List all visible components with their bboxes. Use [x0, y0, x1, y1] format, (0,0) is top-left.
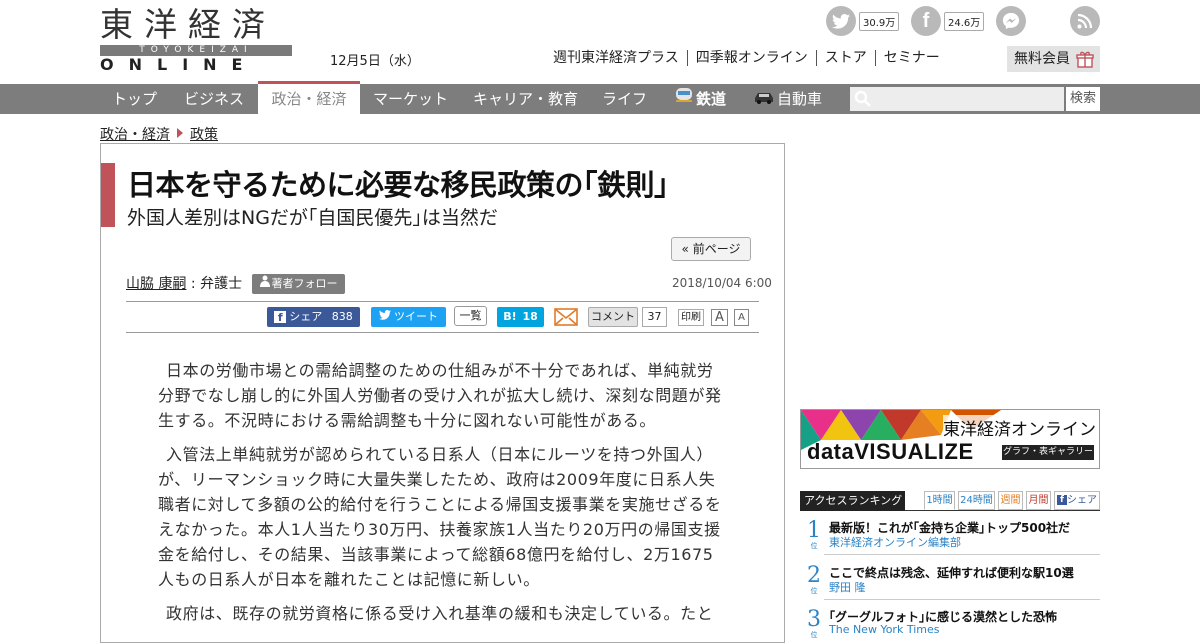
font-large-button[interactable]: A — [711, 309, 728, 326]
divider — [126, 332, 759, 333]
title-accent-bar — [101, 163, 115, 227]
nav-life[interactable]: ライフ — [602, 84, 647, 114]
rss-icon[interactable] — [1070, 6, 1100, 36]
nav-market[interactable]: マーケット — [373, 84, 448, 114]
publish-date: 2018/10/04 6:00 — [672, 276, 772, 290]
search-button[interactable]: 検索 — [1066, 87, 1100, 111]
ranking-tab-share[interactable]: f シェア — [1054, 491, 1100, 510]
dv-logo: dataVISUALIZE — [807, 439, 974, 464]
nav-railway[interactable]: 鉄道 — [674, 84, 726, 114]
rank-number: 1位 — [807, 518, 821, 550]
facebook-share[interactable]: f 24.6万 — [911, 6, 985, 36]
link-seminar[interactable]: セミナー — [874, 50, 948, 66]
ranking-tab-monthly[interactable]: 月間 — [1026, 491, 1051, 510]
twitter-share[interactable]: 30.9万 — [826, 6, 900, 36]
twitter-count: 30.9万 — [859, 11, 900, 31]
article-title: 日本を守るために必要な移民政策の｢鉄則｣ — [127, 168, 669, 202]
link-store[interactable]: ストア — [815, 50, 875, 66]
tweet-button[interactable]: ツイート — [371, 307, 446, 327]
tweet-label: ツイート — [394, 310, 438, 323]
paragraph: 日本の労働市場との需給調整のための仕組みが不十分であれば、単純就労分野でなし崩し… — [158, 361, 722, 430]
breadcrumb-policy[interactable]: 政策 — [190, 124, 218, 144]
dv-tag: グラフ・表ギャラリー — [1002, 445, 1094, 460]
twitter-small-icon — [379, 307, 391, 327]
hatena-bookmark-button[interactable]: B! 18 — [497, 307, 544, 327]
messenger-share[interactable] — [996, 6, 1026, 36]
breadcrumb-arrow-icon — [177, 126, 183, 142]
rank-number: 3位 — [807, 607, 821, 639]
ranking-tab-1h[interactable]: 1時間 — [924, 491, 955, 510]
print-button[interactable]: 印刷 — [678, 309, 704, 326]
free-member-label: 無料会員 — [1014, 51, 1070, 67]
data-visualize-banner[interactable]: 東洋経済オンライン dataVISUALIZE グラフ・表ギャラリー — [800, 409, 1100, 469]
search-input[interactable] — [850, 87, 1064, 111]
facebook-count: 24.6万 — [944, 11, 985, 31]
facebook-small-icon: f — [1057, 495, 1067, 505]
facebook-share-button[interactable]: f シェア 838 — [267, 307, 360, 327]
facebook-icon[interactable]: f — [911, 6, 941, 36]
divider — [824, 554, 1100, 555]
rank-author: 東洋経済オンライン編集部 — [829, 536, 961, 549]
breadcrumb-politics[interactable]: 政治・経済 — [100, 124, 170, 144]
train-icon — [674, 85, 694, 115]
nav-automobile-label: 自動車 — [777, 90, 823, 108]
site-logo[interactable]: 東洋経済 TOYOKEIZAI ONLINE — [100, 5, 292, 74]
header-links: 週刊東洋経済プラス 四季報オンライン ストア セミナー — [553, 50, 948, 66]
rank-title[interactable]: ここで終点は残念、延伸すれば便利な駅10選 — [829, 564, 1074, 581]
follow-author-button[interactable]: 著者フォロー — [252, 274, 345, 294]
author-name[interactable]: 山脇 康嗣 — [126, 273, 186, 293]
logo-kanji: 東洋経済 — [100, 5, 276, 44]
dv-title: 東洋経済オンライン — [943, 415, 1096, 440]
free-member-button[interactable]: 無料会員 — [1007, 46, 1100, 72]
messenger-icon[interactable] — [996, 6, 1026, 36]
car-icon — [753, 85, 775, 115]
paragraph: 政府は、既存の就労資格に係る受け入れ基準の緩和も決定している。たと — [166, 604, 714, 623]
person-icon — [259, 274, 270, 294]
paragraph: 入管法上単純就労が認められている日系人（日本にルーツを持つ外国人）が、リーマンシ… — [158, 445, 722, 589]
link-weekly-plus[interactable]: 週刊東洋経済プラス — [553, 50, 687, 66]
breadcrumb: 政治・経済 政策 — [100, 124, 218, 144]
nav-automobile[interactable]: 自動車 — [753, 84, 822, 114]
divider — [126, 301, 759, 302]
nav-railway-label: 鉄道 — [696, 90, 727, 108]
nav-business[interactable]: ビジネス — [184, 84, 244, 114]
comment-count: 37 — [642, 307, 667, 327]
ranking-tab-24h[interactable]: 24時間 — [958, 491, 995, 510]
rank-author: 野田 隆 — [829, 581, 866, 594]
facebook-share-count: 838 — [331, 310, 353, 323]
article-subtitle: 外国人差別はNGだが｢自国民優先｣は当然だ — [127, 207, 498, 229]
ranking-title: アクセスランキング — [800, 491, 905, 511]
facebook-share-label: シェア — [289, 310, 323, 323]
author-line: 山脇 康嗣 : 弁護士 — [126, 273, 242, 293]
share-tab-label: シェア — [1067, 495, 1097, 506]
hatena-count: 18 — [522, 310, 538, 323]
search-icon — [854, 90, 871, 111]
divider — [824, 599, 1100, 600]
font-small-button[interactable]: A — [734, 309, 749, 326]
twitter-icon[interactable] — [826, 6, 856, 36]
hatena-label: B! — [503, 310, 517, 323]
nav-top[interactable]: トップ — [112, 84, 157, 114]
article-body: 日本の労働市場との需給調整のための仕組みが不十分であれば、単純就労分野でなし崩し… — [158, 358, 728, 635]
author-role: : 弁護士 — [186, 276, 243, 292]
gift-icon — [1076, 50, 1094, 77]
tweet-list-button[interactable]: 一覧 — [454, 306, 487, 326]
prev-page-button[interactable]: « 前ページ — [671, 237, 751, 261]
ranking-tab-weekly[interactable]: 週間 — [998, 491, 1023, 510]
link-shikiho[interactable]: 四季報オンライン — [686, 50, 816, 66]
nav-career[interactable]: キャリア・教育 — [473, 84, 578, 114]
rank-number: 2位 — [807, 563, 821, 595]
header-date: 12月5日（水） — [330, 54, 420, 69]
nav-politics-economy[interactable]: 政治・経済 — [258, 81, 360, 114]
rss-link[interactable] — [1070, 6, 1100, 36]
logo-online: ONLINE — [100, 55, 258, 74]
comment-button[interactable]: コメント — [588, 307, 638, 327]
facebook-small-icon: f — [274, 311, 287, 324]
mail-icon[interactable] — [554, 308, 578, 330]
follow-label: 著者フォロー — [271, 277, 338, 290]
